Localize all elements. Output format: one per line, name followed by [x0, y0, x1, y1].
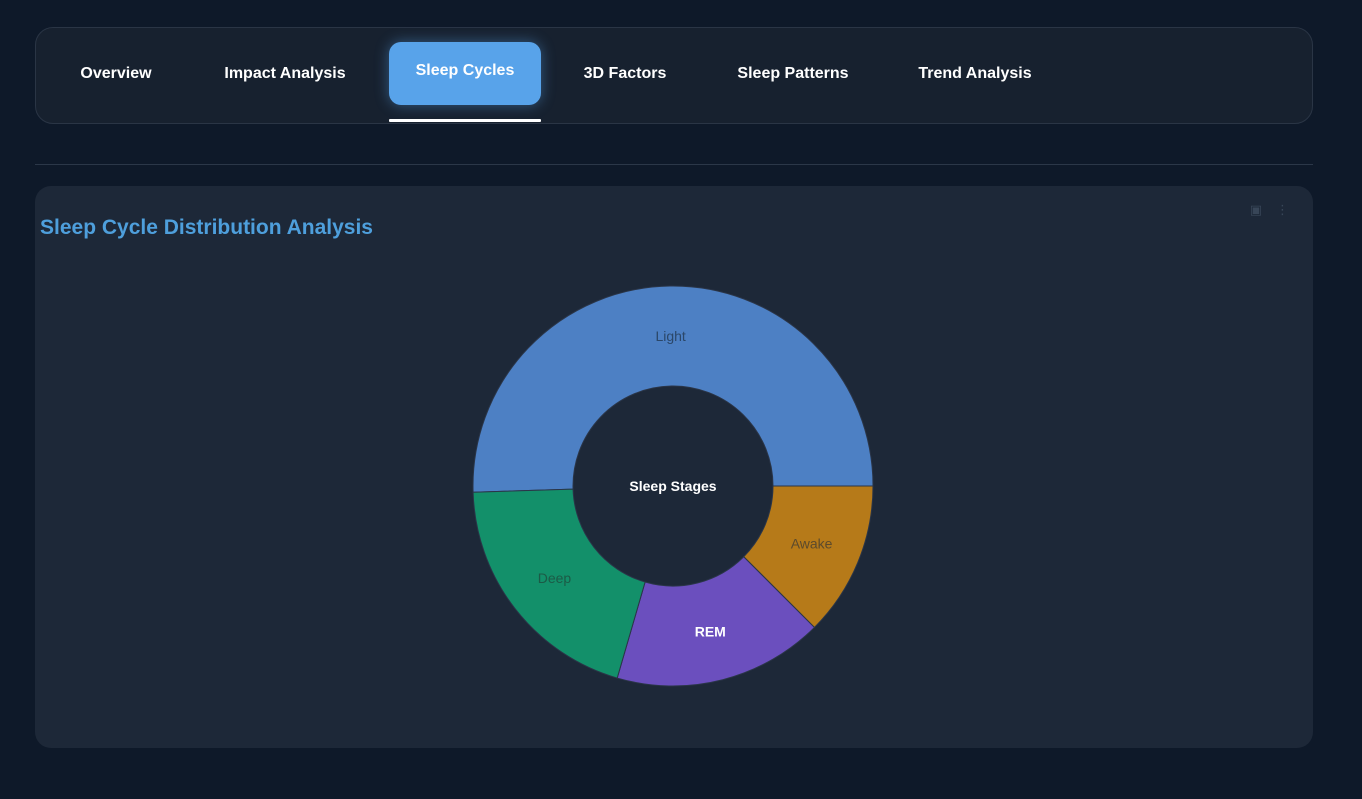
- tab-overview[interactable]: Overview: [66, 42, 166, 105]
- tab-sleep-patterns[interactable]: Sleep Patterns: [726, 42, 860, 105]
- tab-label: Overview: [80, 64, 152, 82]
- chart-card: Light Awake REM Deep Sleep Stages Sleep Cycl…: [35, 186, 1313, 748]
- tab-label: Sleep Patterns: [737, 64, 849, 82]
- slice-label-rem: REM: [695, 623, 726, 639]
- tab-trend-analysis[interactable]: Trend Analysis: [908, 42, 1042, 105]
- slice-label-deep: Deep: [538, 570, 572, 586]
- donut-chart: Light Awake REM Deep Sleep Stages: [472, 285, 874, 687]
- tab-label: Sleep Cycles: [415, 61, 515, 79]
- slice-label-awake: Awake: [791, 535, 833, 551]
- section-divider: [35, 164, 1313, 165]
- chart-title: Sleep Cycle Distribution Analysis: [40, 216, 373, 239]
- tab-impact-analysis[interactable]: Impact Analysis: [212, 42, 358, 105]
- tab-sleep-cycles[interactable]: Sleep Cycles: [389, 42, 541, 105]
- tab-label: Impact Analysis: [224, 64, 346, 82]
- active-tab-indicator: [389, 119, 541, 122]
- more-icon[interactable]: ⋮: [1276, 202, 1289, 218]
- slice-light[interactable]: [472, 285, 874, 493]
- chart-modebar: ▣ ⋮: [1250, 202, 1289, 218]
- camera-icon[interactable]: ▣: [1250, 202, 1262, 218]
- tab-3d-factors[interactable]: 3D Factors: [573, 42, 677, 105]
- tab-label: Trend Analysis: [918, 64, 1032, 82]
- slice-label-light: Light: [655, 328, 685, 344]
- tab-bar: Overview Impact Analysis Sleep Cycles 3D…: [35, 27, 1313, 124]
- donut-center-label: Sleep Stages: [629, 478, 716, 494]
- tab-label: 3D Factors: [583, 64, 667, 82]
